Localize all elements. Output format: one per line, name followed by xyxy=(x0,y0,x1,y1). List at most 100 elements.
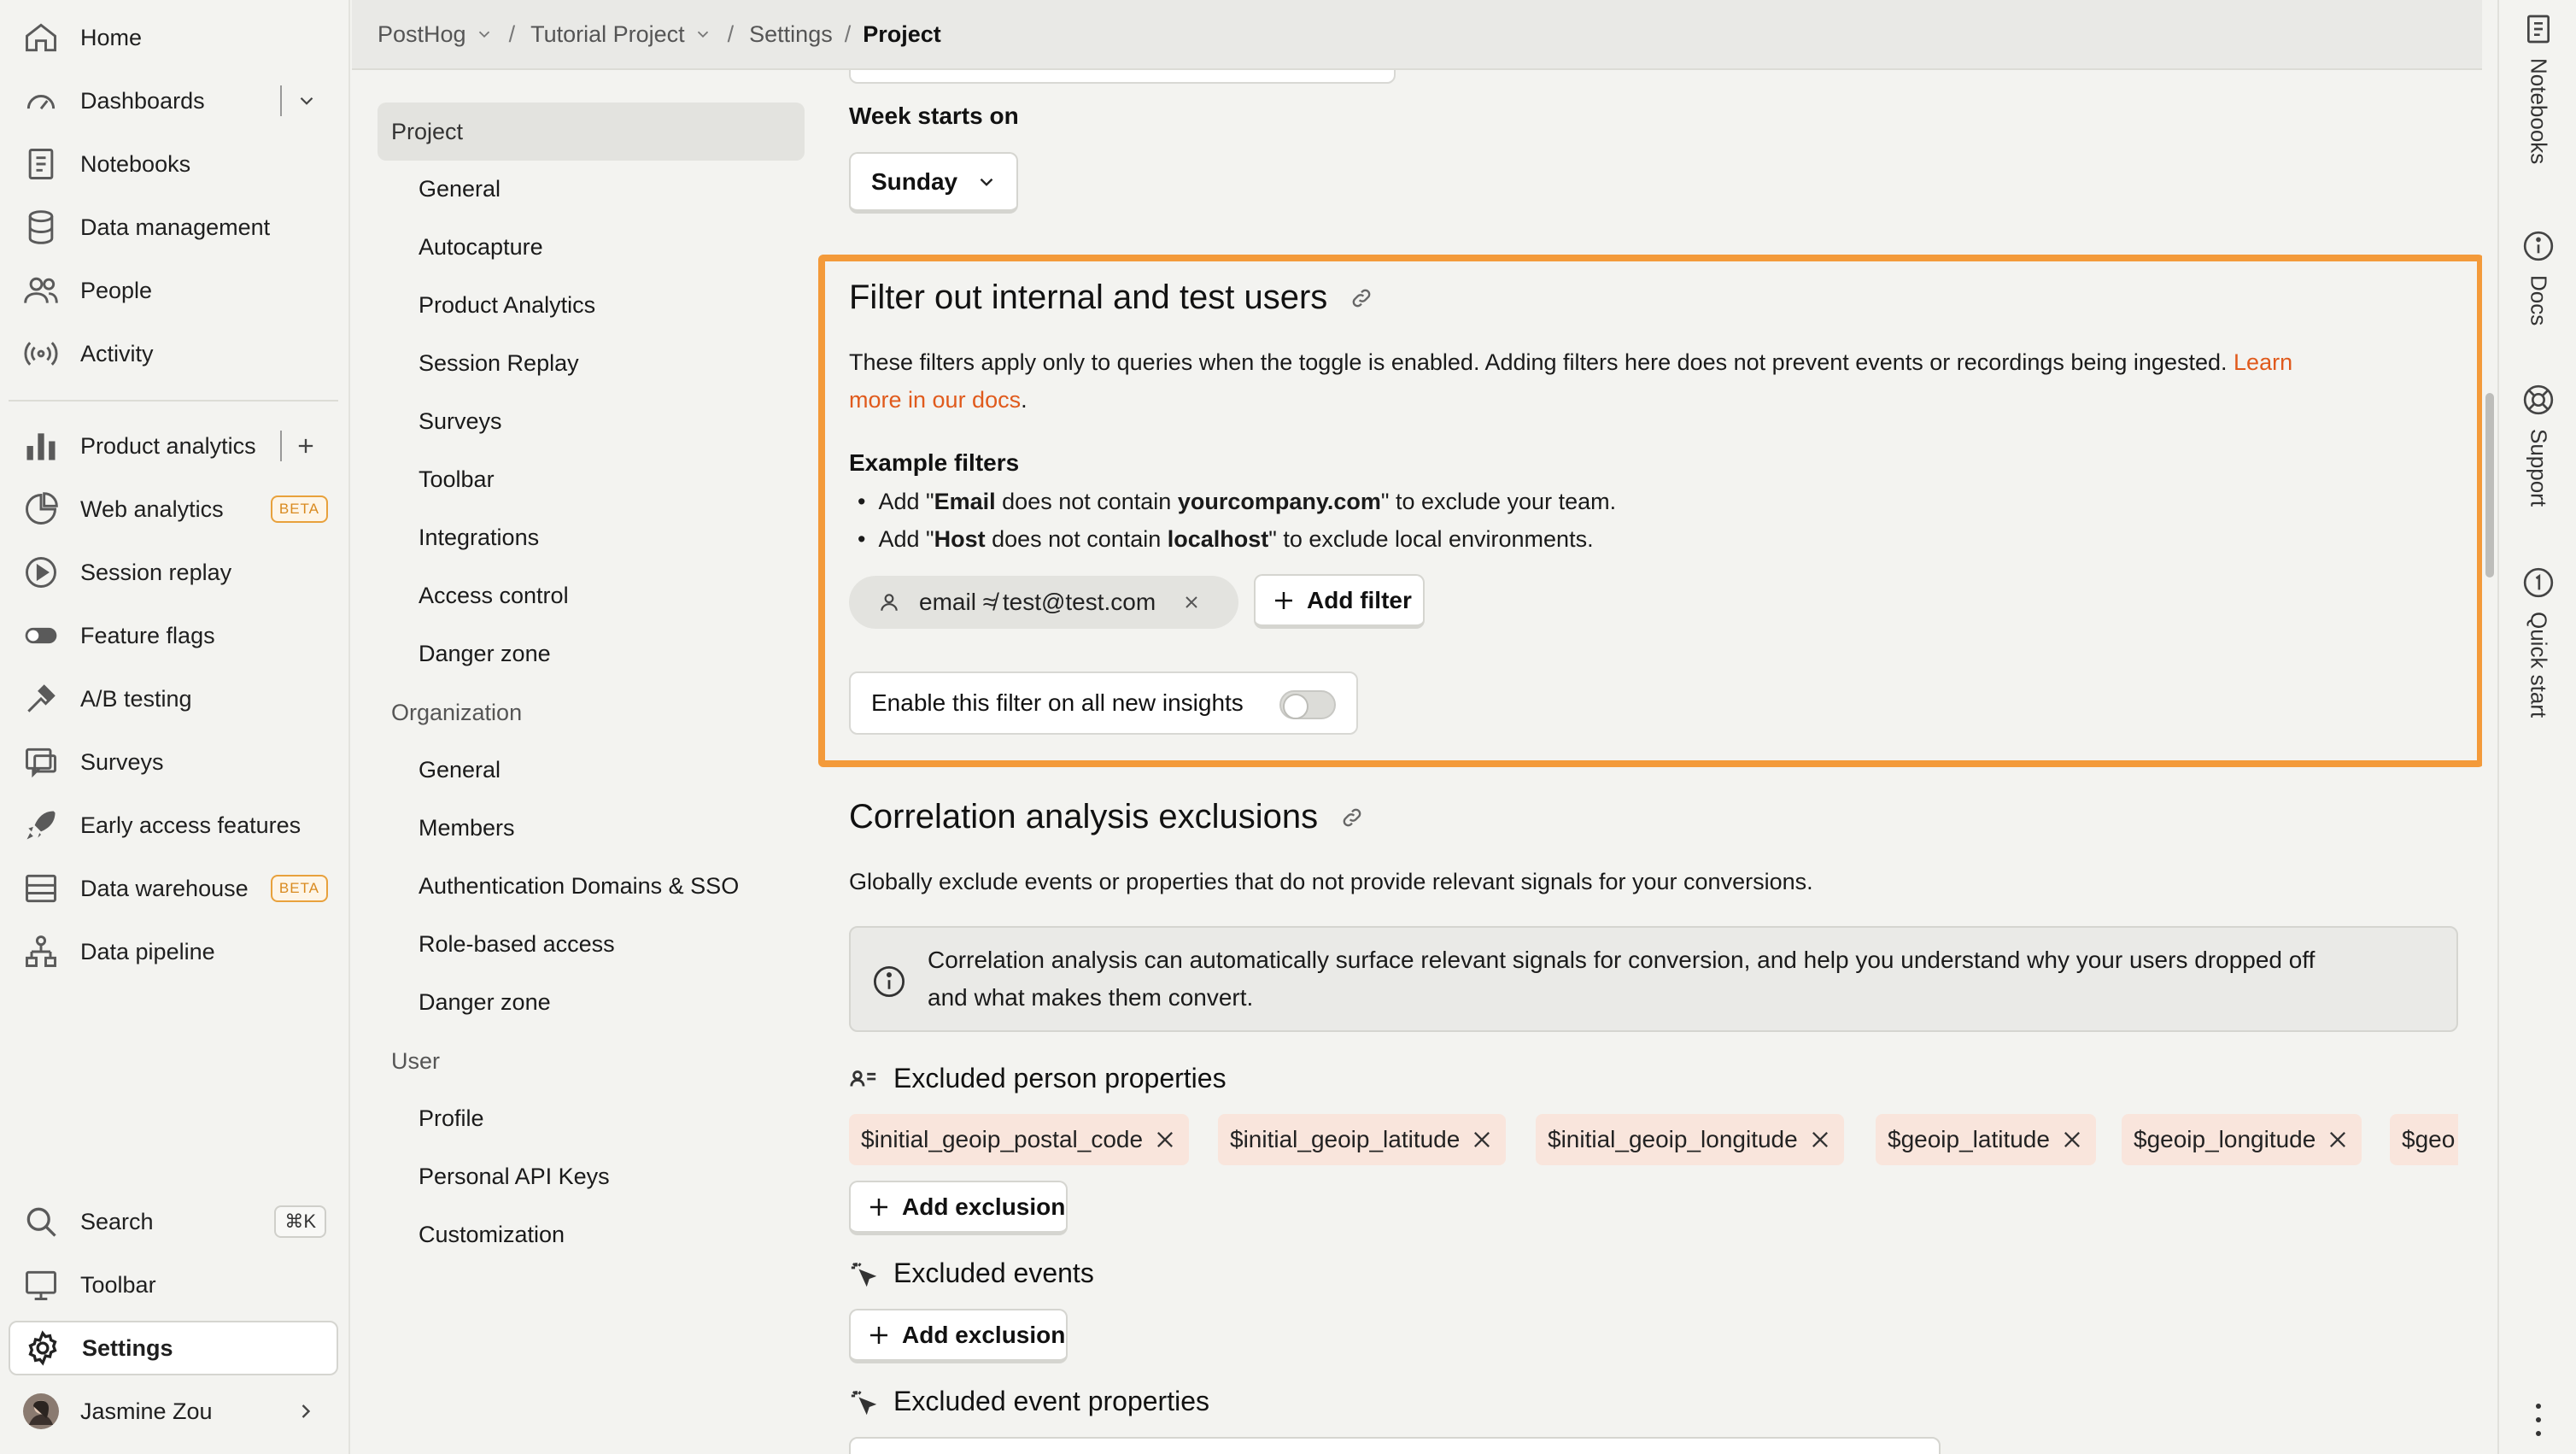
week-start-select[interactable]: Sunday xyxy=(849,152,1018,214)
side-tab-support[interactable]: Support xyxy=(2511,383,2566,507)
nav-item-data-warehouse[interactable]: Data warehouse BETA xyxy=(9,861,338,916)
gear-icon xyxy=(24,1329,61,1367)
previous-setting-field[interactable] xyxy=(849,70,1396,84)
subnav-item-customization[interactable]: Customization xyxy=(419,1222,565,1248)
nav-item-product-analytics[interactable]: Product analytics xyxy=(9,419,338,473)
nav-item-early-access[interactable]: Early access features xyxy=(9,798,338,853)
link-icon[interactable] xyxy=(1340,806,1364,830)
add-person-property-exclusion-button[interactable]: Add exclusion xyxy=(849,1181,1068,1235)
breadcrumb-org[interactable]: PostHog xyxy=(378,21,494,48)
subnav-item-members[interactable]: Members xyxy=(419,815,515,841)
chevron-down-icon[interactable] xyxy=(296,90,318,112)
correlation-description: Globally exclude events or properties th… xyxy=(849,869,1813,894)
subnav-item-role-based-access[interactable]: Role-based access xyxy=(419,931,615,958)
nav-item-activity[interactable]: Activity xyxy=(9,326,338,381)
nav-item-feature-flags[interactable]: Feature flags xyxy=(9,608,338,663)
excluded-property-tag[interactable]: $initial_geoip_postal_code xyxy=(849,1114,1190,1165)
breadcrumb-settings[interactable]: Settings xyxy=(749,21,833,48)
side-tab-label: Docs xyxy=(2526,275,2552,326)
close-icon[interactable] xyxy=(1181,592,1202,613)
excluded-event-properties-select[interactable] xyxy=(849,1437,1941,1454)
subnav-section-project[interactable]: Project xyxy=(378,103,805,161)
close-icon[interactable] xyxy=(1808,1128,1832,1152)
nav-item-surveys[interactable]: Surveys xyxy=(9,735,338,789)
enable-filter-toggle-row[interactable]: Enable this filter on all new insights xyxy=(849,671,1358,735)
nav-label: Settings xyxy=(82,1334,173,1361)
breadcrumb-separator: / xyxy=(727,21,735,47)
nav-label: Web analytics xyxy=(80,495,224,522)
nav-item-web-analytics[interactable]: Web analytics BETA xyxy=(9,482,338,536)
nav-item-ab-testing[interactable]: A/B testing xyxy=(9,671,338,726)
nav-item-home[interactable]: Home xyxy=(9,10,338,65)
add-event-exclusion-button[interactable]: Add exclusion xyxy=(849,1309,1068,1363)
divider xyxy=(280,431,282,461)
add-filter-button[interactable]: Add filter xyxy=(1254,574,1425,629)
subnav-section-user[interactable]: User xyxy=(378,1032,805,1090)
subnav-item-access-control[interactable]: Access control xyxy=(419,583,569,609)
subnav-item-general[interactable]: General xyxy=(419,176,501,202)
nav-item-session-replay[interactable]: Session replay xyxy=(9,545,338,600)
example-filter-2: • Add "Host does not contain localhost" … xyxy=(858,526,1594,552)
close-icon[interactable] xyxy=(2326,1128,2350,1152)
enable-filter-switch[interactable] xyxy=(1279,690,1336,719)
subnav-item-org-general[interactable]: General xyxy=(419,757,501,783)
correlation-section-title: Correlation analysis exclusions xyxy=(849,798,1364,836)
nav-item-user[interactable]: Jasmine Zou xyxy=(9,1384,338,1439)
subnav-item-danger-zone[interactable]: Danger zone xyxy=(419,641,551,667)
nav-item-dashboards[interactable]: Dashboards xyxy=(9,73,338,128)
side-tab-quick-start[interactable]: Quick start xyxy=(2511,566,2566,718)
close-icon[interactable] xyxy=(2060,1128,2084,1152)
notebook-icon xyxy=(22,145,60,183)
subnav-item-surveys[interactable]: Surveys xyxy=(419,408,502,435)
breadcrumb-project[interactable]: Tutorial Project xyxy=(530,21,712,48)
excluded-property-tag[interactable]: $initial_geoip_latitude xyxy=(1218,1114,1507,1165)
nav-item-search[interactable]: Search ⌘K xyxy=(9,1194,338,1249)
excluded-property-tag[interactable]: $initial_geoip_longitude xyxy=(1536,1114,1844,1165)
subnav-section-organization[interactable]: Organization xyxy=(378,683,805,742)
subnav-item-org-danger-zone[interactable]: Danger zone xyxy=(419,989,551,1016)
nav-label: Notebooks xyxy=(80,150,191,177)
close-icon[interactable] xyxy=(1153,1128,1177,1152)
divider xyxy=(280,85,282,116)
subnav-item-integrations[interactable]: Integrations xyxy=(419,525,539,551)
nav-label: Surveys xyxy=(80,748,164,775)
button-label: Add filter xyxy=(1307,586,1412,613)
breadcrumb-current: Project xyxy=(863,21,941,48)
flask-icon xyxy=(22,680,60,718)
nav-item-notebooks[interactable]: Notebooks xyxy=(9,137,338,191)
breadcrumb-label: Tutorial Project xyxy=(530,21,685,47)
excluded-person-properties-list: $initial_geoip_postal_code $initial_geoi… xyxy=(849,1114,2458,1165)
nav-item-people[interactable]: People xyxy=(9,263,338,318)
subnav-item-autocapture[interactable]: Autocapture xyxy=(419,234,543,261)
nav-item-data-management[interactable]: Data management xyxy=(9,200,338,255)
close-icon[interactable] xyxy=(1470,1128,1494,1152)
subnav-item-toolbar[interactable]: Toolbar xyxy=(419,466,495,493)
nav-item-data-pipeline[interactable]: Data pipeline xyxy=(9,924,338,979)
subnav-item-product-analytics[interactable]: Product Analytics xyxy=(419,292,595,319)
excluded-property-tag[interactable]: $geoip_longitude xyxy=(2122,1114,2362,1165)
subnav-item-session-replay[interactable]: Session Replay xyxy=(419,350,579,377)
test-account-filter-chip[interactable]: email ≉ test@test.com xyxy=(849,576,1238,629)
dashboard-icon xyxy=(22,82,60,120)
nav-item-toolbar[interactable]: Toolbar xyxy=(9,1258,338,1312)
subnav-item-profile[interactable]: Profile xyxy=(419,1105,484,1132)
excluded-property-tag[interactable]: $geo xyxy=(2390,1114,2458,1165)
tag-label: $geo xyxy=(2402,1126,2456,1152)
person-icon xyxy=(878,591,900,613)
chevron-down-icon xyxy=(475,25,494,44)
side-tab-docs[interactable]: Docs xyxy=(2511,229,2566,325)
side-tab-notebooks[interactable]: Notebooks xyxy=(2511,12,2566,164)
text: " to exclude your team. xyxy=(1380,489,1617,514)
nav-label: Feature flags xyxy=(80,622,215,648)
main-scrollbar[interactable] xyxy=(2482,0,2497,1454)
subnav-item-api-keys[interactable]: Personal API Keys xyxy=(419,1164,610,1190)
link-icon[interactable] xyxy=(1349,286,1373,310)
nav-item-settings[interactable]: Settings xyxy=(9,1321,338,1375)
more-options-icon[interactable] xyxy=(2530,1401,2547,1439)
section-title-text: Excluded events xyxy=(893,1258,1094,1288)
subnav-item-auth-domains[interactable]: Authentication Domains & SSO xyxy=(419,873,739,900)
excluded-property-tag[interactable]: $geoip_latitude xyxy=(1876,1114,2096,1165)
home-icon xyxy=(22,19,60,56)
plus-icon[interactable] xyxy=(294,434,318,458)
scrollbar-thumb[interactable] xyxy=(2485,393,2494,577)
